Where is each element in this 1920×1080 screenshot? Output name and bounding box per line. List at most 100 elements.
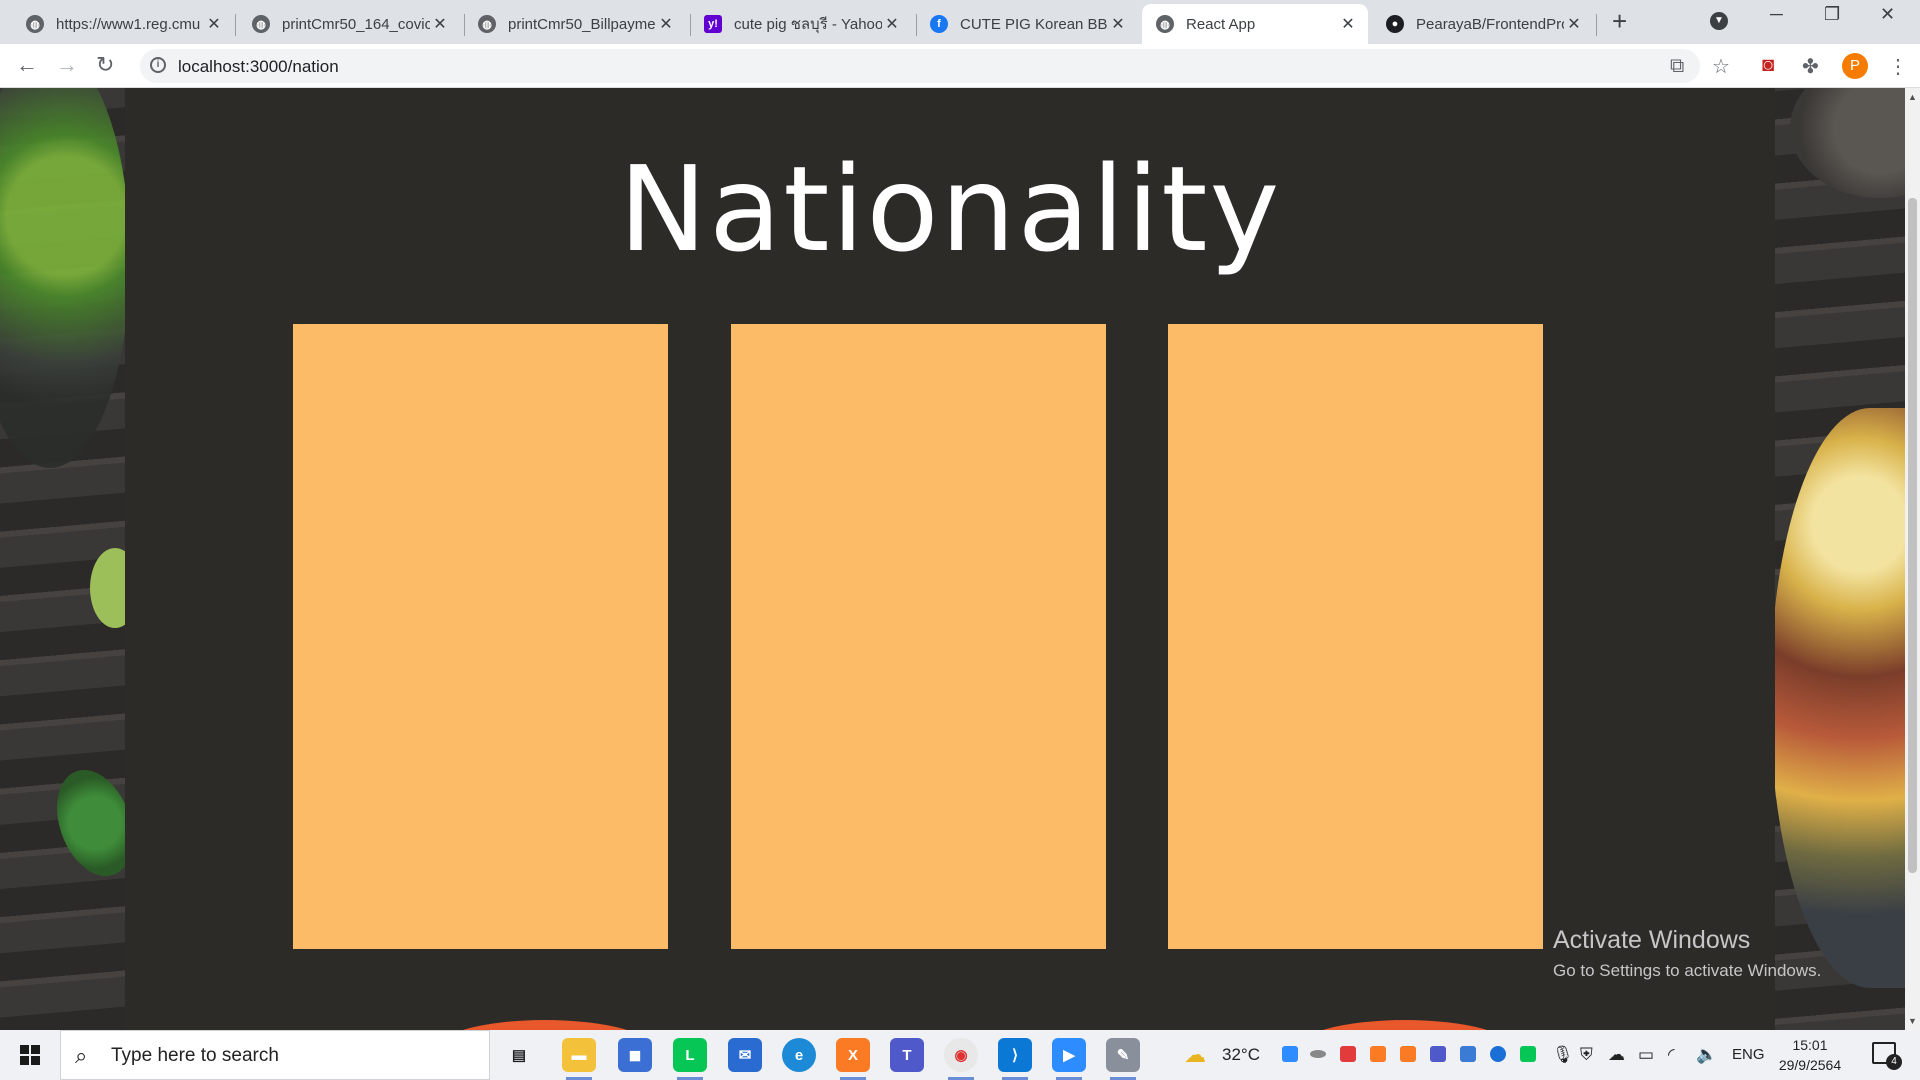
clock-date: 29/9/2564 [1778, 1057, 1842, 1073]
weather-icon[interactable]: ☁ [1184, 1042, 1206, 1068]
close-icon[interactable]: ✕ [656, 14, 676, 34]
paint-icon[interactable]: ✎ [1106, 1038, 1140, 1080]
tab-label: React App [1186, 15, 1256, 33]
back-arrow-icon[interactable]: ← [16, 52, 38, 78]
watermark-subtitle: Go to Settings to activate Windows. [1553, 961, 1822, 980]
nationality-card-3[interactable] [1168, 324, 1543, 949]
restore-icon[interactable]: ❐ [1824, 4, 1840, 25]
reload-icon[interactable]: ↻ [96, 52, 114, 78]
cloud-tray-icon[interactable] [1310, 1050, 1326, 1058]
teams-icon[interactable]: T [890, 1038, 924, 1072]
menu-dots-icon[interactable]: ⋮ [1888, 54, 1908, 79]
close-icon[interactable]: ✕ [204, 14, 224, 34]
tab-github[interactable]: ● PearayaB/FrontendPro ✕ [1372, 4, 1594, 44]
tab-label: printCmr50_Billpayme [508, 15, 656, 33]
tab-facebook-cutepig[interactable]: f CUTE PIG Korean BBQ ✕ [916, 4, 1138, 44]
browser-tab-strip: ◍ https://www1.reg.cmu ✕ ◍ printCmr50_16… [0, 0, 1920, 44]
line-tray-icon[interactable] [1520, 1046, 1536, 1062]
tab-yahoo-search[interactable]: y! cute pig ชลบุรี - Yahoo ✕ [690, 4, 912, 44]
scroll-down-arrow-icon[interactable]: ▼ [1908, 1016, 1917, 1026]
weather-temperature[interactable]: 32°C [1222, 1045, 1260, 1065]
search-icon: ⌕ [75, 1043, 88, 1068]
tab-label: printCmr50_164_covic [282, 15, 430, 33]
tab-label: https://www1.reg.cmu [56, 15, 201, 33]
pocket-extension-icon[interactable]: ◙ [1762, 54, 1774, 77]
github-icon: ● [1386, 15, 1404, 33]
wifi-icon[interactable]: ◜ [1668, 1045, 1675, 1065]
page-viewport: Nationality Activate Windows Go to Setti… [0, 88, 1905, 1030]
search-placeholder: Type here to search [111, 1045, 279, 1066]
browser-toolbar: ← → ↻ i localhost:3000/nation ⧉ ☆ ◙ ✤ P … [0, 44, 1920, 88]
notification-badge: 4 [1886, 1054, 1902, 1070]
tab-printcmr-billpayment[interactable]: ◍ printCmr50_Billpayme ✕ [464, 4, 686, 44]
windows-taskbar: ⌕ Type here to search ▤ ▬ ◼ L ✉ e X T ◉ … [0, 1030, 1920, 1080]
new-tab-plus-icon[interactable]: + [1612, 6, 1627, 37]
volume-icon[interactable]: 🔈 [1696, 1045, 1717, 1065]
address-bar[interactable]: i localhost:3000/nation ⧉ [140, 49, 1700, 83]
translate-icon[interactable]: ⧉ [1670, 55, 1684, 78]
scroll-up-arrow-icon[interactable]: ▲ [1908, 92, 1917, 102]
microsoft-store-icon[interactable]: ◼ [618, 1038, 652, 1072]
zoom-tray-icon[interactable] [1282, 1046, 1298, 1062]
activate-windows-watermark: Activate Windows Go to Settings to activ… [1553, 926, 1821, 981]
xampp-tray-icon[interactable] [1370, 1046, 1386, 1062]
tab-search-chevron-icon[interactable]: ▼ [1710, 12, 1728, 30]
background-food-bowl-image [0, 88, 130, 468]
task-view-icon[interactable]: ▤ [502, 1038, 536, 1072]
minimize-icon[interactable]: ─ [1770, 4, 1783, 25]
url-text[interactable]: localhost:3000/nation [178, 57, 339, 77]
onedrive-icon[interactable]: ☁ [1608, 1045, 1625, 1065]
close-icon[interactable]: ✕ [1564, 14, 1584, 34]
nationality-card-2[interactable] [731, 324, 1106, 949]
close-icon[interactable]: ✕ [882, 14, 902, 34]
vscode-icon[interactable]: ⟩ [998, 1038, 1032, 1080]
profile-avatar[interactable]: P [1842, 53, 1868, 79]
tab-label: PearayaB/FrontendPro [1416, 15, 1564, 33]
red-tray-icon[interactable] [1340, 1046, 1356, 1062]
extensions-puzzle-icon[interactable]: ✤ [1802, 54, 1819, 79]
app-tray-icon[interactable] [1460, 1046, 1476, 1062]
globe-icon: ◍ [478, 15, 496, 33]
site-info-icon[interactable]: i [150, 57, 166, 73]
bookmark-star-icon[interactable]: ☆ [1712, 54, 1730, 79]
button-bubble-right[interactable] [1295, 1020, 1515, 1030]
watermark-title: Activate Windows [1553, 926, 1751, 954]
microphone-icon[interactable]: 🎙 [1552, 1045, 1574, 1065]
language-indicator[interactable]: ENG [1732, 1046, 1765, 1063]
yahoo-icon: y! [704, 15, 722, 33]
forward-arrow-icon[interactable]: → [56, 52, 78, 78]
tab-label: CUTE PIG Korean BBQ [960, 15, 1108, 33]
line-app-icon[interactable]: L [673, 1038, 707, 1080]
background-plate-image [1770, 408, 1905, 988]
bluetooth-icon[interactable] [1490, 1046, 1506, 1062]
system-clock[interactable]: 15:01 29/9/2564 [1770, 1035, 1850, 1075]
taskbar-search-box[interactable]: ⌕ Type here to search [60, 1030, 490, 1080]
close-icon[interactable]: ✕ [1338, 14, 1358, 34]
battery-icon[interactable]: ▭ [1638, 1045, 1654, 1065]
start-button[interactable] [0, 1030, 60, 1080]
window-close-icon[interactable]: ✕ [1880, 4, 1895, 25]
globe-icon: ◍ [26, 15, 44, 33]
scrollbar-thumb[interactable] [1908, 198, 1917, 873]
security-shield-icon[interactable]: ⛨ [1580, 1045, 1593, 1065]
file-explorer-icon[interactable]: ▬ [562, 1038, 596, 1080]
mail-icon[interactable]: ✉ [728, 1038, 762, 1072]
tab-printcmr-covid[interactable]: ◍ printCmr50_164_covic ✕ [238, 4, 460, 44]
tab-reg-cmu[interactable]: ◍ https://www1.reg.cmu ✕ [12, 4, 234, 44]
zoom-icon[interactable]: ▶ [1052, 1038, 1086, 1080]
main-content-panel: Nationality [125, 88, 1775, 1030]
button-bubble-left[interactable] [435, 1020, 655, 1030]
tab-react-app[interactable]: ◍ React App ✕ [1142, 4, 1368, 44]
clock-time: 15:01 [1792, 1037, 1828, 1053]
facebook-icon: f [930, 15, 948, 33]
teams-tray-icon[interactable] [1430, 1046, 1446, 1062]
nationality-card-1[interactable] [293, 324, 668, 949]
close-icon[interactable]: ✕ [1108, 14, 1128, 34]
xampp-tray-icon-2[interactable] [1400, 1046, 1416, 1062]
close-icon[interactable]: ✕ [430, 14, 450, 34]
xampp-icon[interactable]: X [836, 1038, 870, 1080]
notifications-icon[interactable]: 4 [1872, 1042, 1902, 1070]
edge-browser-icon[interactable]: e [782, 1038, 816, 1072]
page-scrollbar[interactable]: ▲ ▼ [1905, 88, 1920, 1030]
chrome-icon[interactable]: ◉ [944, 1038, 978, 1080]
